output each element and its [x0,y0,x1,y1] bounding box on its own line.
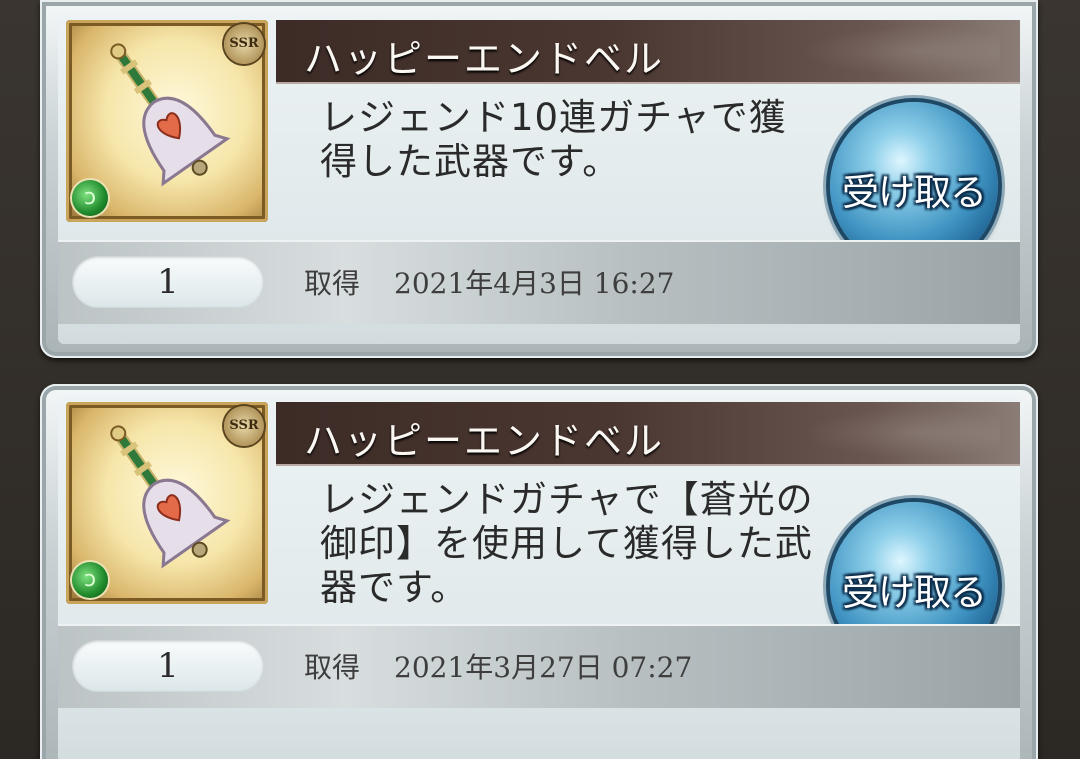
item-name: ハッピーエンドベル [304,419,665,463]
item-name-bar: ハッピーエンドベル [276,20,1020,84]
wind-element-icon: ↄ [72,180,108,216]
receive-button-label: 受け取る [842,571,987,614]
acquired-info: 取得 2021年4月3日 16:27 [304,262,675,302]
item-footer: 1 取得 2021年3月27日 07:27 [58,624,1020,708]
item-name: ハッピーエンドベル [304,37,665,81]
ssr-rarity-badge: SSR [224,406,264,446]
item-description: レジェンドガチャで【蒼光の御印】を使用して獲得した武器です。 [320,478,814,609]
receive-button-label: 受け取る [842,171,987,214]
acquired-label: 取得 [304,267,361,300]
acquired-info: 取得 2021年3月27日 07:27 [304,646,692,686]
card-body: ハッピーエンドベル SSR ↄ レジェンド10連ガチャで獲得した武器です。 受け… [58,14,1020,344]
acquired-label: 取得 [304,651,361,684]
acquired-date: 2021年3月27日 07:27 [394,651,693,684]
item-icon[interactable]: SSR ↄ [66,402,268,604]
item-icon[interactable]: SSR ↄ [66,20,268,222]
item-name-bar: ハッピーエンドベル [276,402,1020,466]
present-item-card: ハッピーエンドベル SSR ↄ レジェンド10連ガチャで獲得した武器です。 受け… [40,0,1038,358]
quantity-value: 1 [157,262,179,302]
quantity-value: 1 [157,646,179,686]
item-footer: 1 取得 2021年4月3日 16:27 [58,240,1020,324]
present-box-screen: ハッピーエンドベル SSR ↄ レジェンド10連ガチャで獲得した武器です。 受け… [0,0,1080,759]
acquired-date: 2021年4月3日 16:27 [394,267,675,300]
quantity-pill: 1 [72,640,264,692]
quantity-pill: 1 [72,256,264,308]
card-body: ハッピーエンドベル SSR ↄ レジェンドガチャで【蒼光の御印】を使用して獲得し… [58,396,1020,759]
wind-element-icon: ↄ [72,562,108,598]
ssr-rarity-badge: SSR [224,24,264,64]
present-item-card: ハッピーエンドベル SSR ↄ レジェンドガチャで【蒼光の御印】を使用して獲得し… [40,384,1038,759]
item-description: レジェンド10連ガチャで獲得した武器です。 [320,96,787,183]
